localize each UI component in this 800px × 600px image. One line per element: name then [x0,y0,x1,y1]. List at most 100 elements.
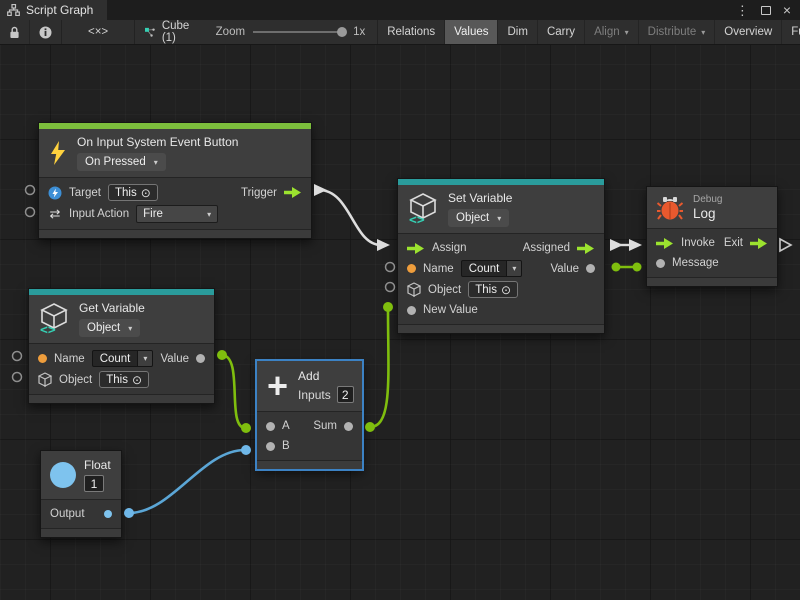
node-footer [398,324,604,333]
node-title: Set Variable [448,191,512,205]
chevron-down-icon: ▾ [128,324,132,333]
bug-icon [657,195,683,221]
node-title: Float [84,458,111,472]
variable-kind-dropdown[interactable]: Object ▾ [448,209,509,227]
object-field[interactable]: This ⊙ [99,371,149,388]
invoke-in-port[interactable] [656,238,674,249]
node-on-input-system-event[interactable]: On Input System Event Button On Pressed … [38,122,312,239]
event-mode-dropdown[interactable]: On Pressed ▾ [77,153,166,171]
object-field[interactable]: This ⊙ [468,281,518,298]
input-action-icon: ⇄ [48,206,62,222]
input-a-port[interactable] [266,422,275,431]
wire-float-b[interactable] [129,450,245,513]
variable-kind-dropdown[interactable]: Object ▾ [79,319,140,337]
code-context-icon: <×> [88,26,108,38]
object-port-label: Object [428,284,461,296]
graph-canvas[interactable]: On Input System Event Button On Pressed … [0,45,800,600]
svg-text:<>: <> [409,213,425,225]
dim-button[interactable]: Dim [498,20,537,44]
name-port-label: Name [423,263,454,275]
exit-port-label: Exit [724,237,743,249]
wire-getvalue-a[interactable] [222,355,245,428]
exit-out-port[interactable] [750,238,768,249]
node-set-variable[interactable]: <> Set Variable Object ▾ Assign Assigned [397,178,605,334]
align-button[interactable]: Align ▾ [585,20,639,44]
carry-button[interactable]: Carry [538,20,585,44]
node-footer [647,277,777,286]
wire-sum-newvalue[interactable] [370,309,388,427]
inputs-label: Inputs [298,388,331,402]
window-close-icon[interactable]: × [783,3,791,17]
float-value-field[interactable]: 1 [84,475,104,492]
window-titlebar: Script Graph ⋮ × [0,0,800,20]
value-out-port[interactable] [196,354,205,363]
variable-name-value: Count [462,261,507,276]
target-port-label: Target [69,187,101,199]
exit-unconnected-port[interactable] [780,239,791,251]
variable-name-dropdown[interactable]: Count ▾ [92,350,154,367]
input-action-dropdown[interactable]: Fire ▾ [136,205,218,223]
unconnected-port[interactable] [13,373,22,382]
name-in-port[interactable] [38,354,47,363]
wire-endpoint [241,445,251,455]
wire-endpoint [241,423,251,433]
unconnected-port[interactable] [386,283,395,292]
zoom-value: 1x [353,26,365,38]
input-b-port[interactable] [266,442,275,451]
carry-label: Carry [547,26,575,38]
sum-port-label: Sum [313,420,337,432]
inputs-count-field[interactable]: 2 [337,386,354,403]
overview-label: Overview [724,26,772,38]
wire-endpoint [365,422,375,432]
relations-button[interactable]: Relations [377,20,445,44]
invoke-port-label: Invoke [681,237,715,249]
node-category: Debug [693,194,722,205]
variable-kind-value: Object [456,212,489,224]
variable-kind-value: Object [87,322,120,334]
zoom-slider[interactable] [253,31,345,33]
wire-trigger-assign[interactable] [319,190,381,245]
distribute-button[interactable]: Distribute ▾ [639,20,716,44]
name-in-port[interactable] [407,264,416,273]
window-maximize-icon[interactable] [761,6,771,15]
chevron-down-icon: ▾ [154,158,158,167]
full-screen-button[interactable]: Full Screen [782,20,800,44]
variable-name-dropdown[interactable]: Count ▾ [461,260,523,277]
target-object-field[interactable]: This ⊙ [108,184,158,201]
trigger-out-port[interactable] [284,187,302,198]
chevron-down-icon: ▾ [207,210,211,219]
unconnected-port[interactable] [386,263,395,272]
target-picker-icon: ⊙ [501,284,511,296]
unconnected-port[interactable] [26,208,35,217]
sum-out-port[interactable] [344,422,353,431]
message-in-port[interactable] [656,259,665,268]
node-footer [39,229,311,238]
unconnected-port[interactable] [26,186,35,195]
node-footer [29,394,214,403]
full-screen-label: Full Screen [791,26,800,38]
window-menu-icon[interactable]: ⋮ [736,4,749,17]
assign-in-port[interactable] [407,243,425,254]
assigned-out-port[interactable] [577,243,595,254]
lock-button[interactable] [0,20,30,44]
node-float[interactable]: Float 1 Output [40,450,122,538]
node-add[interactable]: + Add Inputs 2 A Sum B [256,360,363,470]
new-value-in-port[interactable] [407,306,416,315]
code-context-button[interactable]: <×> [62,20,134,44]
overview-button[interactable]: Overview [715,20,782,44]
value-out-port[interactable] [586,264,595,273]
node-footer [257,460,362,469]
wire-arrowhead [377,239,390,251]
variable-icon: <> [39,303,69,335]
chevron-down-icon: ▾ [506,261,521,276]
zoom-slider-handle[interactable] [337,27,347,37]
output-out-port[interactable] [104,510,112,518]
node-get-variable[interactable]: <> Get Variable Object ▾ Name Count ▾ Va… [28,288,215,404]
tab-script-graph[interactable]: Script Graph [0,0,107,20]
unconnected-port[interactable] [13,352,22,361]
graph-context[interactable]: Cube (1) [135,20,204,44]
inspect-button[interactable] [30,20,61,44]
node-debug-log[interactable]: Debug Log Invoke Exit Message [646,186,778,287]
value-port-label: Value [550,263,579,275]
values-button[interactable]: Values [445,20,498,44]
